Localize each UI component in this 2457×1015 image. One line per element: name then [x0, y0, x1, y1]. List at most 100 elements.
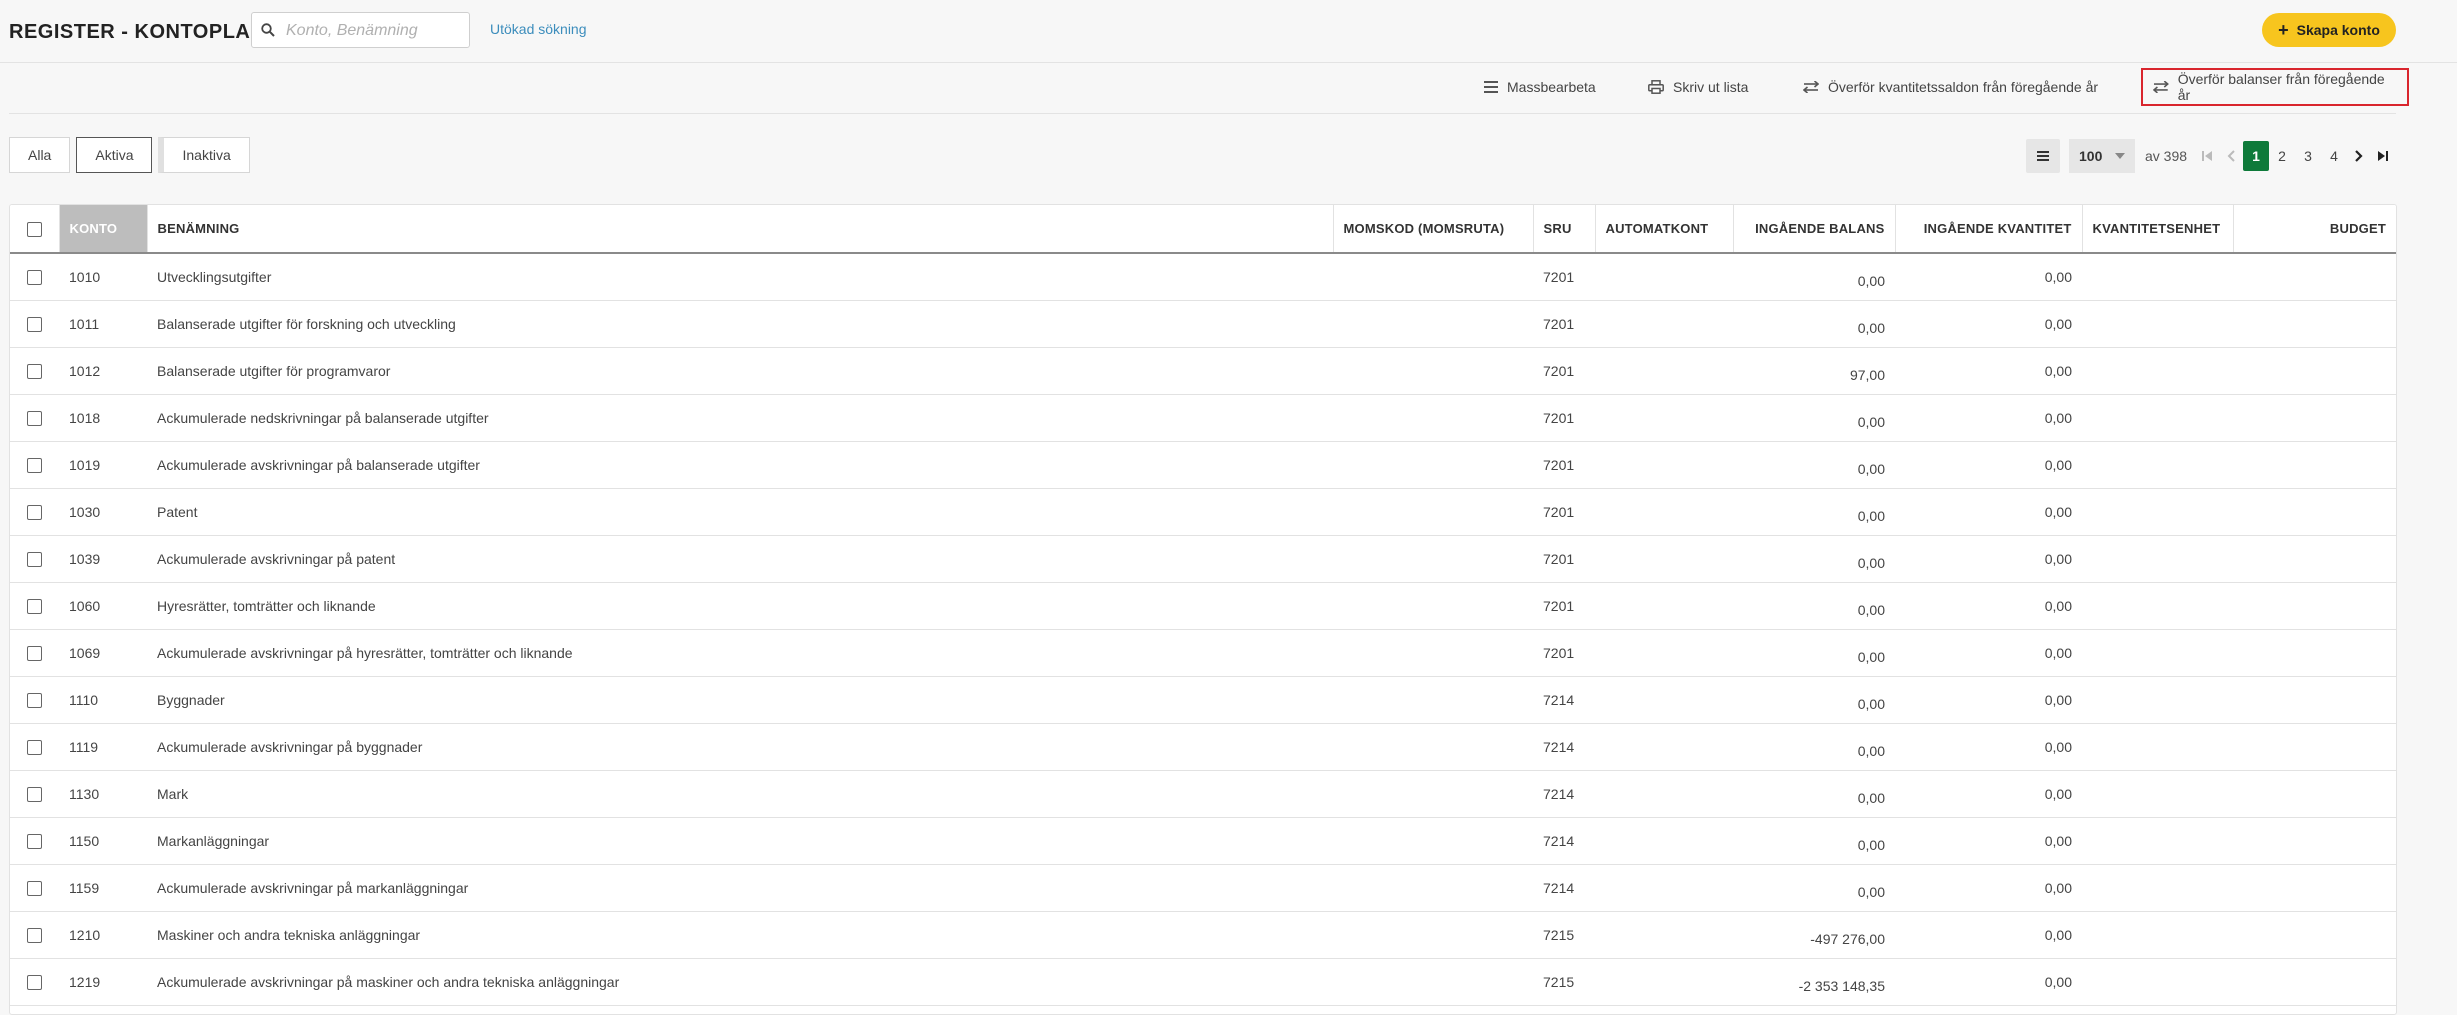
ingaende-kvantitet-cell: 0,00: [1895, 629, 2082, 677]
row-checkbox[interactable]: [27, 457, 42, 473]
table-row[interactable]: 1150 Markanläggningar 7214 0,00 0,00: [10, 817, 2396, 865]
filter-inactive-button[interactable]: Inaktiva: [158, 137, 250, 173]
momskod-cell: [1333, 629, 1533, 677]
automatkont-cell: [1595, 723, 1733, 771]
ingaende-balans-cell: 0,00: [1733, 582, 1895, 630]
table-row[interactable]: 1010 Utvecklingsutgifter 7201 0,00 0,00: [10, 253, 2396, 301]
konto-cell: 1060: [59, 582, 147, 630]
ingaende-balans-cell: 0,00: [1733, 770, 1895, 818]
row-checkbox[interactable]: [27, 363, 42, 379]
table-row[interactable]: 1019 Ackumulerade avskrivningar på balans…: [10, 441, 2396, 489]
table-row[interactable]: 1011 Balanserade utgifter för forskning o…: [10, 300, 2396, 348]
sru-cell: 7215: [1533, 911, 1595, 959]
benamning-cell: Mark: [147, 770, 1333, 818]
page-1-button[interactable]: 1: [2243, 141, 2270, 171]
row-checkbox[interactable]: [27, 598, 42, 614]
next-page-button[interactable]: [2347, 139, 2371, 173]
column-header-momskod[interactable]: MOMSKOD (MOMSRUTA): [1333, 205, 1534, 254]
row-checkbox[interactable]: [27, 270, 42, 286]
row-select-cell: [10, 958, 59, 1006]
sru-cell: 7201: [1533, 347, 1595, 395]
mass-edit-button[interactable]: Massbearbeta: [1484, 63, 1596, 111]
row-checkbox[interactable]: [27, 739, 42, 755]
first-page-button[interactable]: [2195, 139, 2219, 173]
last-page-button[interactable]: [2371, 139, 2395, 173]
filter-all-button[interactable]: Alla: [9, 137, 71, 173]
row-checkbox[interactable]: [27, 316, 42, 332]
print-list-label: Skriv ut lista: [1673, 79, 1749, 95]
automatkont-cell: [1595, 488, 1733, 536]
table-row[interactable]: 1060 Hyresrätter, tomträtter och liknande…: [10, 582, 2396, 630]
column-header-budget[interactable]: BUDGET: [2233, 205, 2396, 254]
advanced-search-link[interactable]: Utökad sökning: [490, 21, 587, 37]
column-header-sru[interactable]: SRU: [1533, 205, 1596, 254]
budget-cell: [2233, 958, 2396, 1006]
table-row[interactable]: 1012 Balanserade utgifter för programvaro…: [10, 347, 2396, 395]
benamning-cell: Hyresrätter, tomträtter och liknande: [147, 582, 1333, 630]
column-header-kvantitetsenhet[interactable]: KVANTITETSENHET: [2082, 205, 2234, 254]
ingaende-balans-cell: 0,00: [1733, 817, 1895, 865]
ingaende-balans-cell: 0,00: [1733, 394, 1895, 442]
automatkont-cell: [1595, 253, 1733, 301]
column-header-ingaende-balans[interactable]: INGÅENDE BALANS: [1733, 205, 1896, 254]
table-row[interactable]: 1110 Byggnader 7214 0,00 0,00: [10, 676, 2396, 724]
table-row[interactable]: 1159 Ackumulerade avskrivningar på markan…: [10, 864, 2396, 912]
column-header-konto[interactable]: KONTO: [59, 205, 148, 254]
ingaende-balans-cell: -497 276,00: [1733, 911, 1895, 959]
konto-cell: 1159: [59, 864, 147, 912]
row-checkbox[interactable]: [27, 880, 42, 896]
create-account-button[interactable]: + Skapa konto: [2262, 13, 2396, 47]
top-bar: REGISTER - KONTOPLAN Utökad sökning + Sk…: [0, 0, 2457, 63]
konto-cell: 1119: [59, 723, 147, 771]
search-box[interactable]: [251, 12, 470, 48]
row-checkbox[interactable]: [27, 504, 42, 520]
kvantitetsenhet-cell: [2082, 723, 2233, 771]
plus-icon: +: [2278, 20, 2289, 40]
row-checkbox[interactable]: [27, 410, 42, 426]
konto-cell: 1019: [59, 441, 147, 489]
transfer-quantity-button[interactable]: Överför kvantitetssaldon från föregående…: [1803, 63, 2098, 111]
table-row[interactable]: 1130 Mark 7214 0,00 0,00: [10, 770, 2396, 818]
page-2-button[interactable]: 2: [2269, 141, 2295, 171]
benamning-cell: Ackumulerade avskrivningar på markanlägg…: [147, 864, 1333, 912]
row-checkbox[interactable]: [27, 551, 42, 567]
row-select-cell: [10, 770, 59, 818]
kvantitetsenhet-cell: [2082, 347, 2233, 395]
chevron-right-icon: [2355, 150, 2363, 162]
prev-page-button[interactable]: [2219, 139, 2243, 173]
select-all-checkbox[interactable]: [26, 221, 42, 237]
row-checkbox[interactable]: [27, 645, 42, 661]
momskod-cell: [1333, 958, 1533, 1006]
table-row[interactable]: 1119 Ackumulerade avskrivningar på byggna…: [10, 723, 2396, 771]
table-row[interactable]: 1018 Ackumulerade nedskrivningar på balan…: [10, 394, 2396, 442]
row-checkbox[interactable]: [27, 974, 42, 990]
transfer-balances-button[interactable]: Överför balanser från föregående år: [2141, 68, 2409, 106]
table-row[interactable]: 1030 Patent 7201 0,00 0,00: [10, 488, 2396, 536]
row-checkbox[interactable]: [27, 927, 42, 943]
column-header-benamning[interactable]: BENÄMNING: [147, 205, 1334, 254]
search-input[interactable]: [284, 19, 468, 43]
column-header-automatkont[interactable]: AUTOMATKONT: [1595, 205, 1734, 254]
menu-icon: [2037, 151, 2049, 161]
column-header-ingaende-kvantitet[interactable]: INGÅENDE KVANTITET: [1895, 205, 2083, 254]
table-row[interactable]: 1219 Ackumulerade avskrivningar på maskin…: [10, 958, 2396, 1006]
filter-active-button[interactable]: Aktiva: [76, 137, 153, 173]
table-header-row: KONTO BENÄMNING MOMSKOD (MOMSRUTA) SRU A…: [10, 205, 2396, 254]
page-4-button[interactable]: 4: [2321, 141, 2347, 171]
ingaende-balans-cell: 0,00: [1733, 535, 1895, 583]
row-checkbox[interactable]: [27, 692, 42, 708]
benamning-cell: Byggnader: [147, 676, 1333, 724]
sru-cell: 7214: [1533, 676, 1595, 724]
ingaende-kvantitet-cell: 0,00: [1895, 864, 2082, 912]
table-row[interactable]: 1210 Maskiner och andra tekniska anläggni…: [10, 911, 2396, 959]
table-row[interactable]: 1069 Ackumulerade avskrivningar på hyresr…: [10, 629, 2396, 677]
page-size-select[interactable]: 100: [2069, 139, 2135, 173]
column-settings-button[interactable]: [2026, 139, 2060, 173]
row-checkbox[interactable]: [27, 786, 42, 802]
ingaende-kvantitet-cell: 0,00: [1895, 394, 2082, 442]
print-list-button[interactable]: Skriv ut lista: [1648, 63, 1748, 111]
table-row[interactable]: 1039 Ackumulerade avskrivningar på patent…: [10, 535, 2396, 583]
row-checkbox[interactable]: [27, 833, 42, 849]
page-3-button[interactable]: 3: [2295, 141, 2321, 171]
benamning-cell: Balanserade utgifter för programvaror: [147, 347, 1333, 395]
